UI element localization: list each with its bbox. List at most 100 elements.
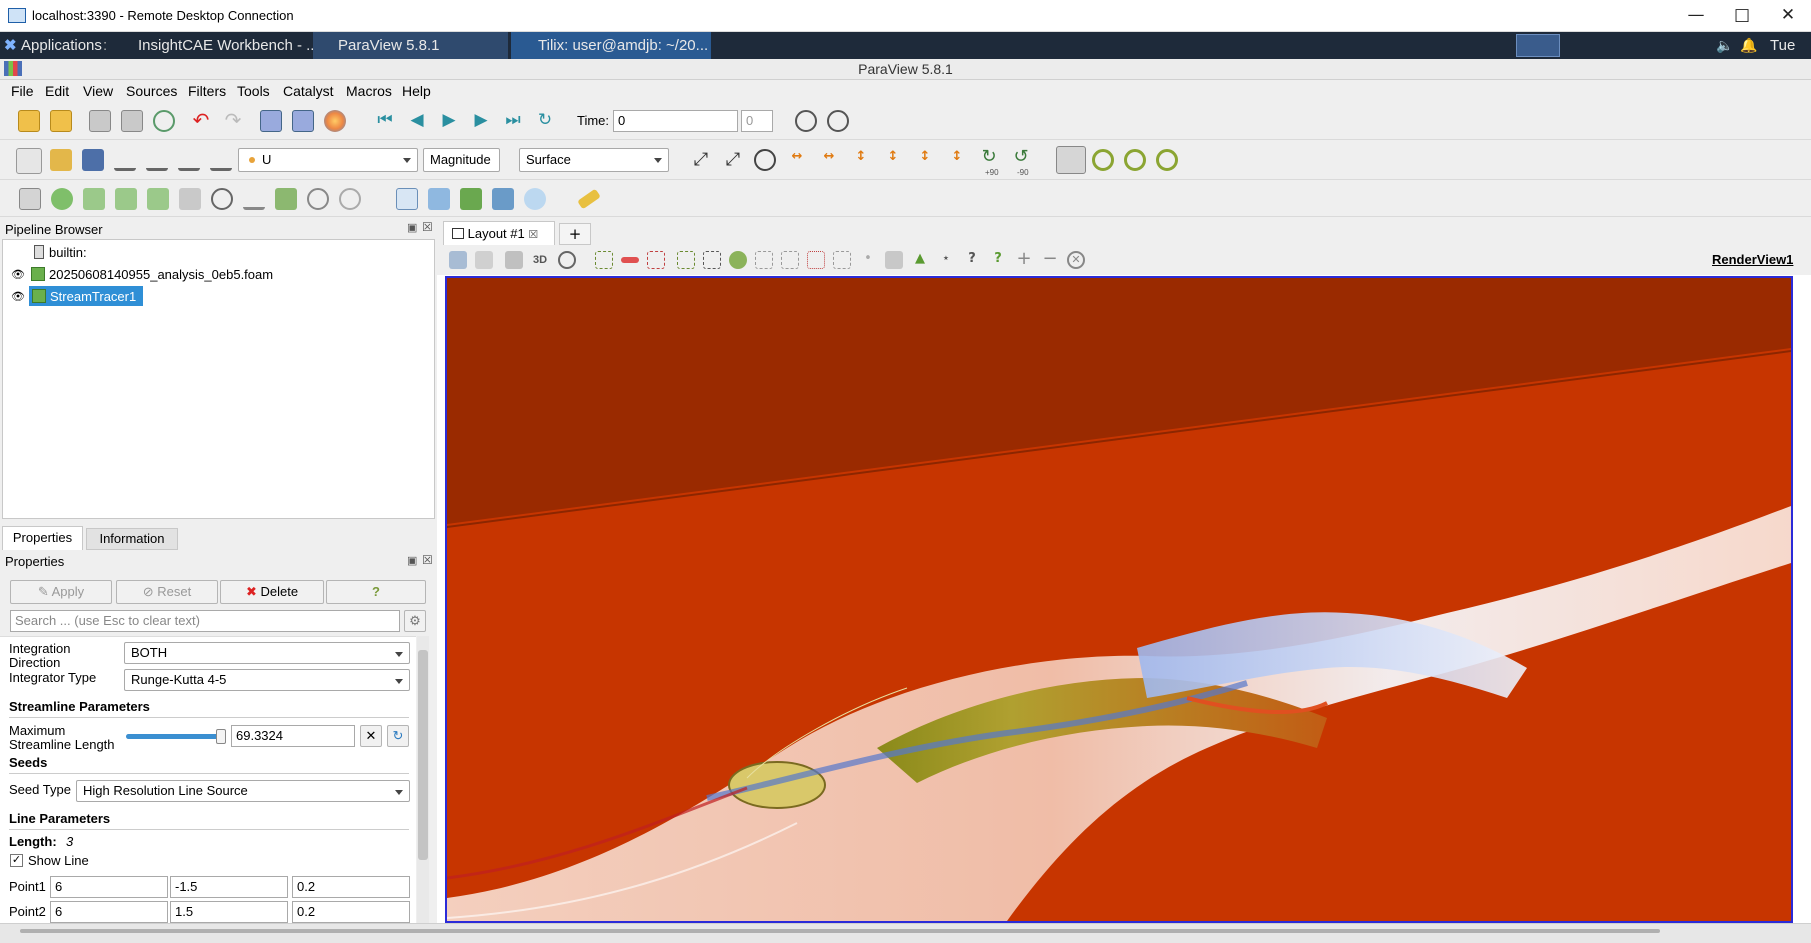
pick-center-icon[interactable] (1156, 149, 1178, 171)
help-button[interactable]: ? (326, 580, 426, 604)
clip-icon[interactable] (83, 188, 105, 210)
volume-icon[interactable]: 🔈 (1716, 32, 1733, 59)
rescale-data-range-icon[interactable] (114, 149, 136, 171)
first-frame-icon[interactable]: ⏮ (374, 110, 396, 132)
clear-selection-icon[interactable]: ✕ (1067, 251, 1085, 269)
rotate-minus-90-icon[interactable]: ↺ (1010, 146, 1032, 168)
play-icon[interactable]: ▶ (438, 110, 460, 132)
reset-button[interactable]: ⊘ Reset (116, 580, 218, 604)
notification-icon[interactable]: 🔔 (1740, 32, 1757, 59)
camera-redo-icon[interactable] (292, 110, 314, 132)
close-dock-icon[interactable]: ☒ (422, 220, 433, 234)
rescale-temporal-range-icon[interactable] (210, 149, 232, 171)
workspace-switcher[interactable] (1516, 34, 1560, 57)
connect-icon[interactable] (89, 110, 111, 132)
horizontal-scrollbar[interactable] (20, 929, 1660, 933)
visibility-eye-icon[interactable]: 👁 (11, 268, 25, 282)
select-surface-cells-icon[interactable] (595, 251, 613, 269)
hover-points-icon[interactable] (807, 251, 825, 269)
color-map-editor-icon[interactable] (16, 148, 42, 174)
rescale-visible-range-icon[interactable] (178, 149, 200, 171)
group-datasets-icon[interactable] (307, 188, 329, 210)
tab-information[interactable]: Information (86, 528, 178, 550)
menu-filters[interactable]: Filters (188, 83, 226, 99)
reset-center-icon[interactable] (1124, 149, 1146, 171)
tab-properties[interactable]: Properties (2, 526, 83, 550)
pipeline-item-streamtracer[interactable]: StreamTracer1 (50, 290, 136, 304)
component-select[interactable]: Magnitude (423, 148, 500, 172)
close-tab-icon[interactable]: ☒ (528, 229, 538, 241)
toggle-3d-button[interactable]: 3D (533, 253, 547, 267)
zoom-to-box-icon[interactable] (754, 149, 776, 171)
loop-icon[interactable]: ↻ (534, 110, 556, 132)
query-icon[interactable] (827, 110, 849, 132)
delete-button[interactable]: ✖ Delete (220, 580, 324, 604)
applications-menu[interactable]: Applications (21, 32, 102, 59)
clear-value-icon[interactable]: ✕ (360, 725, 382, 747)
set-view-minus-z-icon[interactable]: ↕ (946, 149, 968, 171)
find-data-icon[interactable] (795, 110, 817, 132)
representation-select[interactable]: Surface (519, 148, 669, 172)
point1-y-input[interactable]: -1.5 (170, 876, 288, 898)
slice-icon[interactable] (115, 188, 137, 210)
extract-subset-icon[interactable] (179, 188, 201, 210)
undo-icon[interactable]: ↶ (190, 110, 212, 132)
probe-icon[interactable] (428, 188, 450, 210)
apply-button[interactable]: ✎ Apply (10, 580, 112, 604)
scrollbar-thumb[interactable] (418, 650, 428, 860)
undock-icon[interactable]: ▣ (407, 554, 417, 568)
menu-file[interactable]: File (11, 83, 34, 99)
threshold-icon[interactable] (147, 188, 169, 210)
visibility-eye-icon[interactable]: 👁 (11, 290, 25, 304)
set-view-plus-y-icon[interactable]: ↕ (850, 149, 872, 171)
pipeline-item-foam[interactable]: 20250608140955_analysis_0eb5.foam (49, 268, 273, 282)
plot-over-line-icon[interactable] (396, 188, 418, 210)
integrator-type-select[interactable]: Runge-Kutta 4-5 (124, 669, 410, 691)
point2-y-input[interactable]: 1.5 (170, 901, 288, 923)
render-view[interactable] (445, 276, 1793, 923)
reload-icon[interactable] (153, 110, 175, 132)
previous-frame-icon[interactable]: ◀ (406, 110, 428, 132)
color-array-select[interactable]: U (238, 148, 418, 172)
select-points-icon[interactable] (621, 257, 639, 263)
menu-macros[interactable]: Macros (346, 83, 392, 99)
stream-tracer-icon[interactable] (243, 188, 265, 210)
query-selection-icon[interactable]: ? (963, 251, 981, 269)
show-line-checkbox[interactable]: ✓ (10, 854, 23, 867)
pipeline-item-builtin[interactable]: builtin: (49, 246, 87, 260)
zoom-view-icon[interactable] (558, 251, 576, 269)
undock-icon[interactable]: ▣ (407, 221, 417, 235)
properties-search-input[interactable]: Search ... (use Esc to clear text) (10, 610, 400, 632)
point1-z-input[interactable]: 0.2 (292, 876, 410, 898)
close-icon[interactable]: ✕ (1765, 0, 1811, 32)
save-state-icon[interactable] (50, 110, 72, 132)
camera-undo-icon[interactable] (260, 110, 282, 132)
slider-handle[interactable] (216, 729, 226, 744)
hover-cells-icon[interactable] (833, 251, 851, 269)
clock[interactable]: Tue (1770, 32, 1795, 59)
taskbar-item-paraview[interactable]: ParaView 5.8.1 (313, 32, 508, 59)
select-points-through-icon[interactable] (703, 251, 721, 269)
rescale-custom-range-icon[interactable] (146, 149, 168, 171)
split-horizontal-icon[interactable] (449, 251, 467, 269)
query-selection-points-icon[interactable]: ? (989, 251, 1007, 269)
menu-sources[interactable]: Sources (126, 83, 177, 99)
interaction-mode-icon[interactable] (1056, 146, 1086, 174)
select-frustum-icon[interactable] (647, 251, 665, 269)
menu-catalyst[interactable]: Catalyst (283, 83, 334, 99)
set-view-minus-y-icon[interactable]: ↕ (882, 149, 904, 171)
shrink-selection-icon[interactable] (885, 251, 903, 269)
point2-x-input[interactable]: 6 (50, 901, 168, 923)
close-dock-icon[interactable]: ☒ (422, 553, 433, 567)
menu-help[interactable]: Help (402, 83, 431, 99)
tab-layout-1[interactable]: Layout #1 ☒ (443, 221, 555, 245)
time-index-spinbox[interactable]: 0 (741, 110, 773, 132)
render-canvas[interactable] (447, 278, 1791, 921)
show-center-icon[interactable] (1092, 149, 1114, 171)
add-selection-icon[interactable]: + (1015, 250, 1033, 269)
menu-view[interactable]: View (83, 83, 113, 99)
set-view-plus-x-icon[interactable]: ↔ (786, 149, 808, 171)
max-length-input[interactable]: 69.3324 (231, 725, 355, 747)
minimize-icon[interactable]: — (1673, 0, 1719, 32)
point1-x-input[interactable]: 6 (50, 876, 168, 898)
